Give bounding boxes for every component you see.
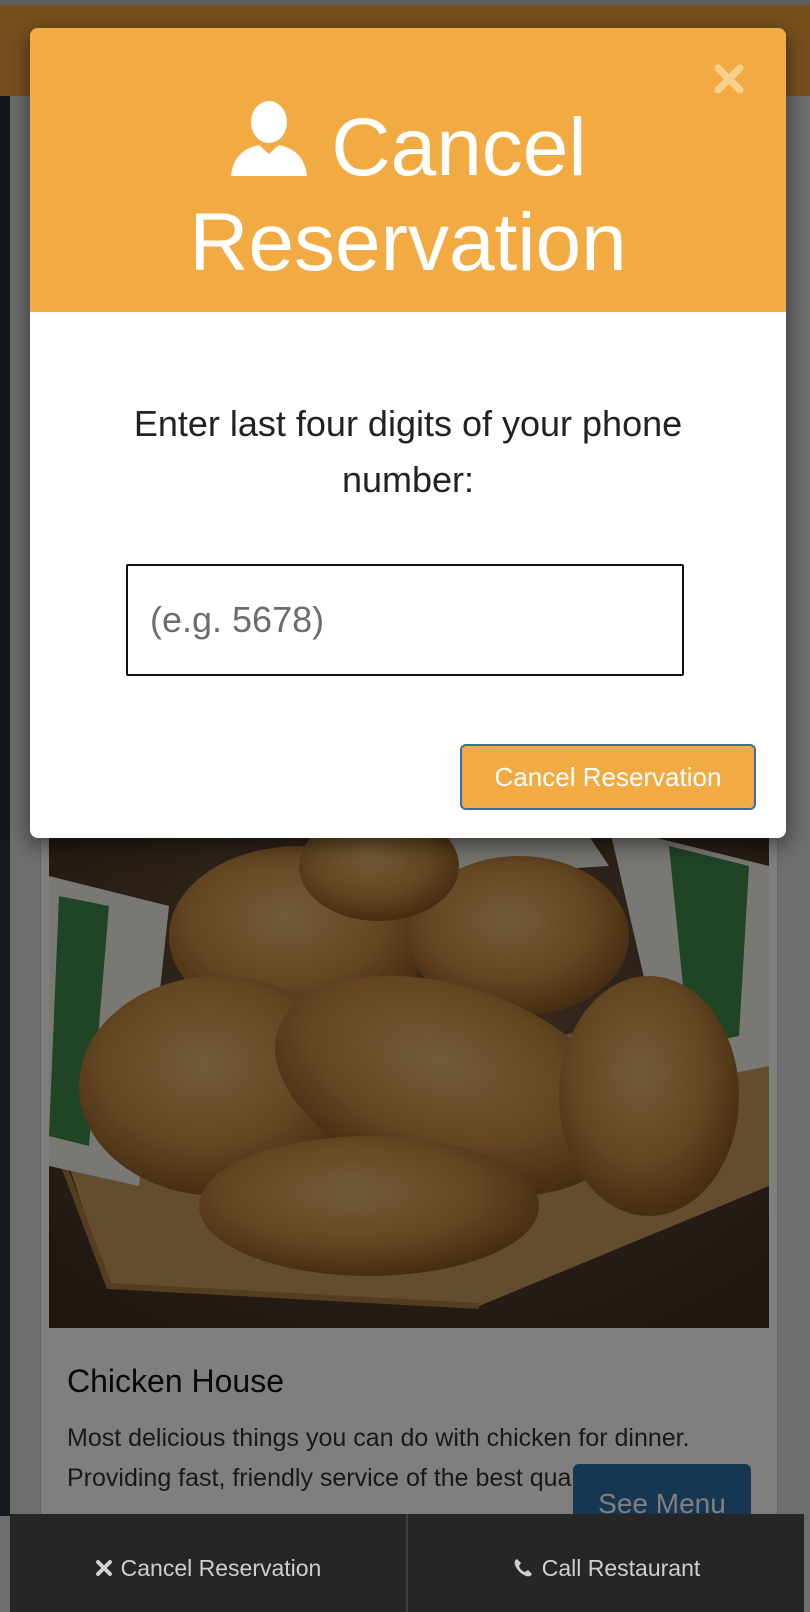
modal-title-line2: Reservation [189, 197, 627, 288]
close-icon[interactable] [712, 62, 746, 96]
modal-body: Enter last four digits of your phone num… [30, 312, 786, 838]
modal-title-line1: Cancel [331, 101, 587, 193]
cancel-reservation-modal: Cancel Reservation Enter last four digit… [30, 28, 786, 838]
modal-header: Cancel Reservation [30, 28, 786, 312]
x-icon [95, 1559, 113, 1577]
cancel-reservation-submit-button[interactable]: Cancel Reservation [460, 744, 756, 810]
modal-title: Cancel Reservation [30, 98, 786, 289]
call-restaurant-button[interactable]: Call Restaurant [406, 1514, 804, 1612]
phone-prompt: Enter last four digits of your phone num… [133, 403, 683, 500]
bottom-action-bar: Cancel Reservation Call Restaurant [10, 1514, 804, 1612]
user-icon [229, 98, 309, 197]
phone-last-four-input[interactable] [126, 564, 684, 676]
bottom-cancel-reservation-button[interactable]: Cancel Reservation [10, 1514, 406, 1612]
call-restaurant-label: Call Restaurant [541, 1554, 701, 1581]
bottom-cancel-label: Cancel Reservation [120, 1554, 322, 1581]
phone-icon [512, 1557, 534, 1579]
